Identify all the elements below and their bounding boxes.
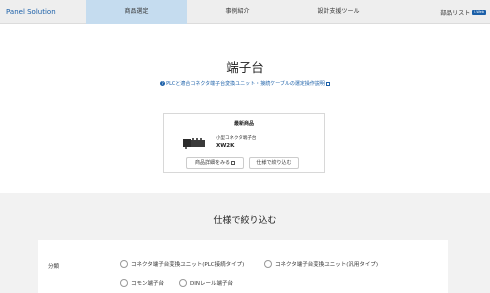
iweb-badge: I-Web [472,9,486,15]
nav-tab-parts-list[interactable]: 部品リスト I-Web [389,0,490,24]
guide-link[interactable]: ? PLCと適合コネクタ端子台変換ユニット・接続ケーブルの選定操作説明 [0,80,490,87]
top-nav: Panel Solution 商品選定 事例紹介 設計支援ツール 部品リスト I… [0,0,490,24]
nav-tab-design-tools[interactable]: 設計支援ツール [288,0,389,24]
filter-by-spec-button[interactable]: 仕様で絞り込む [249,157,299,169]
radio-button[interactable] [120,279,128,287]
latest-product-card: 最新商品 小型コネクタ端子台 XW2K 商品詳細をみる 仕様で絞り込む [163,113,325,173]
filter-title: 仕様で絞り込む [213,216,277,226]
nav-tab-parts-list-label: 部品リスト [440,9,471,17]
filter-section: 仕様で絞り込む 分類 コネクタ端子台変換ユニット(PLC接続タイプ) コネクタ端… [0,193,490,293]
category-option-general-type[interactable]: コネクタ端子台変換ユニット(汎用タイプ) [264,260,378,268]
product-image [183,138,205,149]
product-detail-button[interactable]: 商品詳細をみる [186,157,244,169]
filter-box: 分類 コネクタ端子台変換ユニット(PLC接続タイプ) コネクタ端子台変換ユニット… [38,240,448,293]
radio-button[interactable] [179,279,187,287]
option-label: コモン端子台 [131,281,165,287]
page-root: Panel Solution 商品選定 事例紹介 設計支援ツール 部品リスト I… [0,0,490,293]
option-label: DINレール端子台 [190,281,233,287]
category-option-plc-type[interactable]: コネクタ端子台変換ユニット(PLC接続タイプ) [120,260,244,268]
radio-button[interactable] [120,260,128,268]
option-label: コネクタ端子台変換ユニット(汎用タイプ) [275,262,379,268]
radio-button[interactable] [264,260,272,268]
category-option-din-rail[interactable]: DINレール端子台 [179,279,233,287]
product-detail-button-label: 商品詳細をみる [194,160,230,166]
latest-product-label: 最新商品 [233,121,254,127]
question-circle-icon: ? [160,81,166,86]
product-name[interactable]: XW2K [216,143,234,149]
option-label: コネクタ端子台変換ユニット(PLC接続タイプ) [131,262,245,268]
product-type: 小型コネクタ端子台 [216,136,257,141]
external-link-icon [231,160,235,165]
brand-logo[interactable]: Panel Solution [0,0,86,24]
external-link-icon [325,81,330,86]
nav-tab-product-selection[interactable]: 商品選定 [86,0,187,24]
guide-link-text: PLCと適合コネクタ端子台変換ユニット・接続ケーブルの選定操作説明 [166,81,325,87]
category-label: 分類 [48,264,60,270]
nav-tab-case-studies[interactable]: 事例紹介 [187,0,288,24]
category-option-common-terminal[interactable]: コモン端子台 [120,279,164,287]
page-title: 端子台 [226,60,264,75]
